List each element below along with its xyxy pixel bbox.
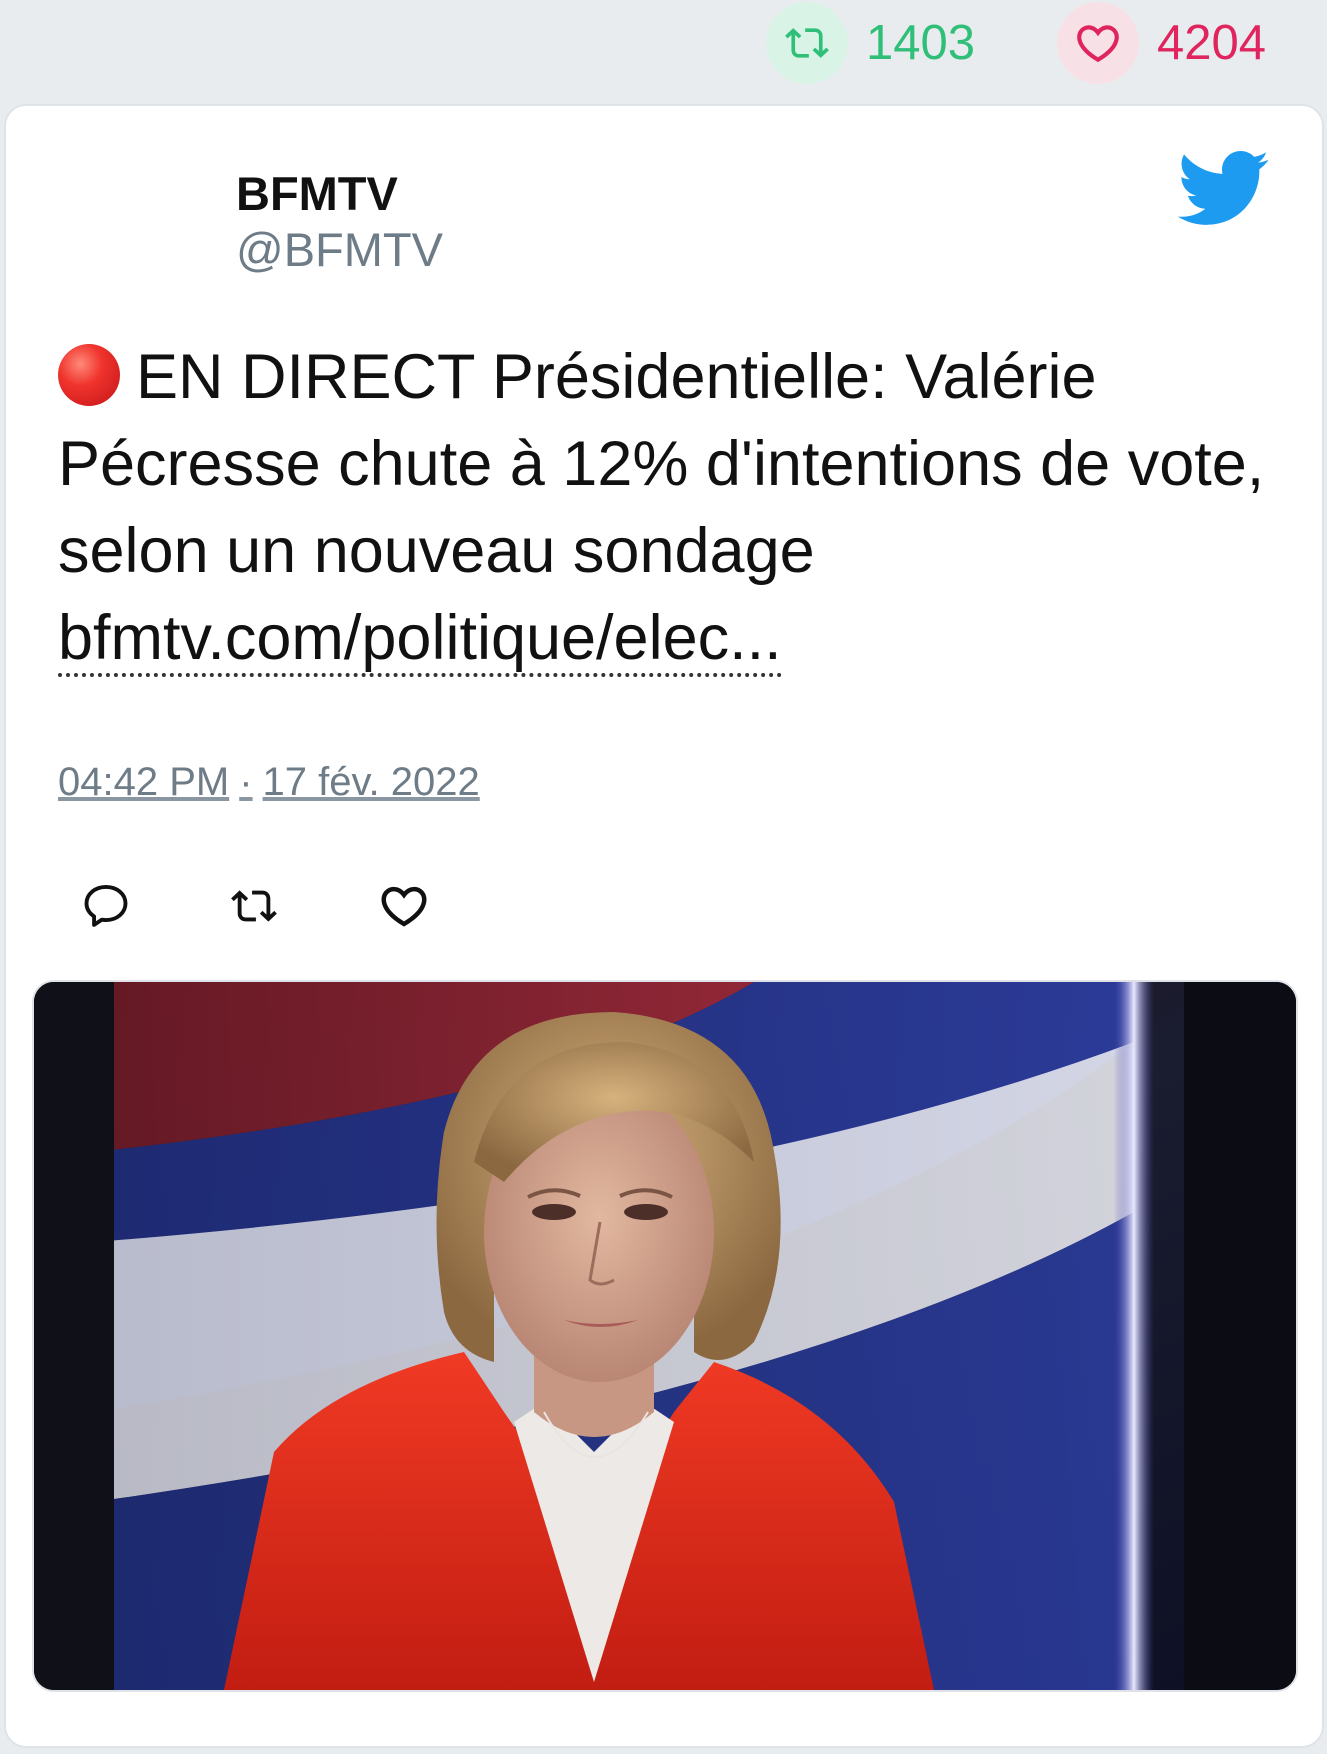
heart-icon[interactable] [376, 878, 432, 934]
red-circle-emoji-icon [58, 344, 120, 406]
retweet-icon[interactable] [766, 2, 848, 84]
tweet-author[interactable]: BFMTV @BFMTV [236, 166, 443, 279]
retweet-icon[interactable] [226, 878, 282, 934]
like-count-stat[interactable]: 4204 [1057, 2, 1267, 84]
tweet-timestamp[interactable]: 04:42 PM · 17 fév. 2022 [58, 760, 480, 805]
twitter-bird-icon[interactable] [1174, 148, 1270, 228]
author-name[interactable]: BFMTV [236, 166, 443, 222]
like-count: 4204 [1157, 15, 1267, 70]
politician-portrait-photo [34, 982, 1296, 1690]
tweet-card: BFMTV @BFMTV EN DIRECT Présidentielle: V… [4, 104, 1324, 1748]
tweet-stats-bar: 1403 4204 [0, 0, 1327, 100]
tweet-time: 04:42 PM [58, 760, 230, 804]
timestamp-separator: · [239, 760, 253, 804]
heart-icon[interactable] [1057, 2, 1139, 84]
tweet-link[interactable]: bfmtv.com/politique/elec... [58, 603, 782, 677]
reply-icon[interactable] [78, 878, 134, 934]
tweet-text: EN DIRECT Présidentielle: Valérie Pécres… [58, 334, 1288, 682]
tweet-media-photo[interactable] [32, 980, 1298, 1692]
retweet-count: 1403 [866, 15, 976, 70]
tweet-actions [78, 876, 432, 936]
retweet-count-stat[interactable]: 1403 [766, 2, 976, 84]
author-handle[interactable]: @BFMTV [236, 222, 443, 278]
tweet-body: EN DIRECT Présidentielle: Valérie Pécres… [58, 342, 1265, 586]
tweet-date: 17 fév. 2022 [262, 760, 480, 804]
